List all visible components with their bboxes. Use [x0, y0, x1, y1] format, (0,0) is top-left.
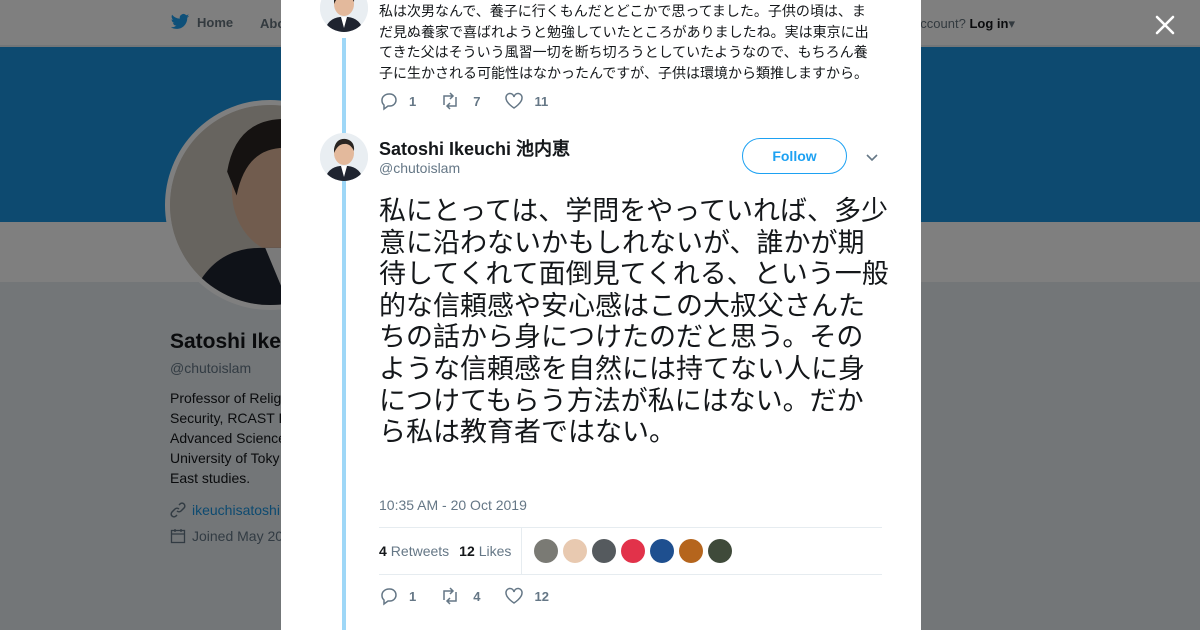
retweet-button[interactable]: 7 [440, 91, 480, 111]
liker-avatar[interactable] [592, 539, 617, 563]
like-stat[interactable]: 12 Likes [459, 543, 511, 559]
retweet-icon [443, 587, 457, 605]
tweet-timestamp[interactable]: 10:35 AM - 20 Oct 2019 [379, 497, 527, 513]
heart-icon [505, 92, 524, 109]
like-stat-label: Likes [478, 543, 512, 559]
liker-avatar[interactable] [534, 539, 559, 563]
retweet-button[interactable]: 4 [440, 586, 480, 606]
tweet-modal: 私は次男なんで、養子に行くもんだとどこかで思ってました。子供の頃は、まだ見ぬ養家… [281, 0, 921, 630]
tweet-author-avatar[interactable] [320, 133, 368, 181]
retweet-stat[interactable]: 4 Retweets [379, 543, 449, 559]
reply-button[interactable]: 1 [379, 586, 416, 606]
like-button[interactable]: 11 [504, 91, 548, 111]
tweet-actions: 1 4 12 [379, 586, 573, 606]
like-count: 11 [534, 93, 549, 109]
reply-count: 1 [409, 93, 417, 109]
chevron-down-icon [866, 154, 878, 162]
liker-avatar[interactable] [650, 539, 675, 563]
liker-avatar[interactable] [621, 539, 646, 563]
thread-connector-line [342, 38, 346, 630]
tweet-author-handle[interactable]: @chutoislam [379, 160, 460, 176]
liker-avatars [534, 539, 737, 563]
like-button[interactable]: 12 [504, 586, 549, 606]
retweet-icon [443, 92, 457, 110]
retweet-count: 7 [473, 93, 481, 109]
tweet-options-button[interactable] [863, 148, 881, 166]
liker-avatar[interactable] [708, 539, 733, 563]
like-count: 12 [534, 588, 549, 604]
previous-tweet-text: 私は次男なんで、養子に行くもんだとどこかで思ってました。子供の頃は、まだ見ぬ養家… [379, 3, 869, 81]
reply-button[interactable]: 1 [379, 91, 416, 111]
tweet-author-name[interactable]: Satoshi Ikeuchi 池内恵 [379, 135, 570, 161]
heart-icon [505, 587, 524, 604]
like-stat-count: 12 [459, 543, 475, 559]
close-icon [1155, 15, 1175, 35]
liker-avatar[interactable] [563, 539, 588, 563]
reply-icon [381, 588, 397, 606]
previous-tweet-actions: 1 7 11 [379, 91, 572, 111]
reply-count: 1 [409, 588, 417, 604]
stats-divider [521, 527, 523, 575]
retweet-count: 4 [473, 588, 481, 604]
tweet-text: 私にとっては、学問をやっていれば、多少意に沿わないかもしれないが、誰かが期待して… [379, 196, 889, 448]
follow-button[interactable]: Follow [742, 138, 847, 174]
liker-avatar[interactable] [679, 539, 704, 563]
tweet-stats-bar: 4 Retweets 12 Likes [379, 527, 882, 575]
close-modal-button[interactable] [1150, 10, 1180, 40]
retweet-stat-count: 4 [379, 543, 387, 559]
reply-icon [381, 93, 397, 111]
retweet-stat-label: Retweets [390, 543, 450, 559]
previous-tweet-avatar[interactable] [320, 0, 368, 32]
